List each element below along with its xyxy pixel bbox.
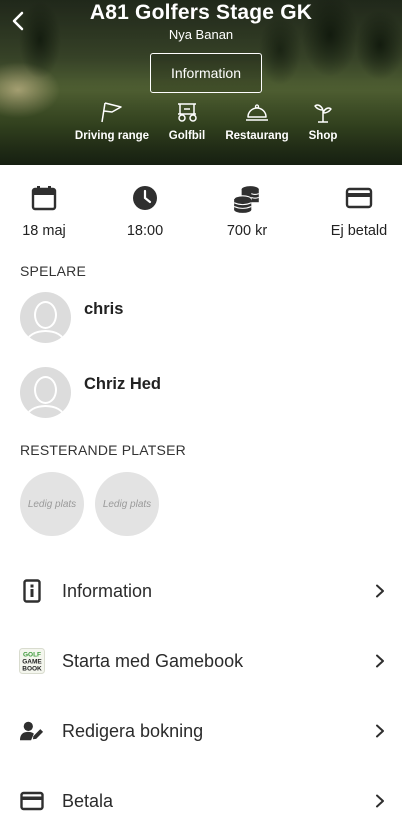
avatar — [20, 367, 71, 418]
menu-label: Betala — [62, 790, 114, 811]
remaining-section-label: RESTERANDE PLATSER — [20, 442, 186, 458]
edit-user-icon — [20, 719, 44, 743]
stat-time-value: 18:00 — [126, 223, 164, 239]
chevron-right-icon — [376, 794, 384, 808]
coins-icon — [233, 186, 259, 213]
stat-price-value: 700 kr — [226, 223, 268, 239]
stat-payment-value: Ej betald — [330, 223, 388, 239]
free-slot[interactable]: Ledig plats — [20, 472, 84, 536]
player-name: chris — [84, 300, 124, 318]
chevron-right-icon — [376, 584, 384, 598]
players-section-label: SPELARE — [20, 263, 86, 279]
amenity-label: Driving range — [74, 130, 150, 142]
calendar-icon — [31, 186, 57, 211]
stat-payment: Ej betald — [326, 184, 392, 239]
stat-date-value: 18 maj — [22, 223, 66, 239]
amenities-bar: Driving range Golfbil Restaurang Shop — [0, 100, 402, 155]
course-title: A81 Golfers Stage GK — [89, 1, 313, 24]
stat-time: 18:00 — [122, 184, 168, 239]
card-icon — [20, 789, 44, 813]
free-slot-label: Ledig plats — [102, 498, 152, 510]
menu-item-edit-booking[interactable]: Redigera bokning — [0, 708, 402, 754]
stat-date: 18 maj — [20, 184, 68, 239]
golf-gamebook-logo: GOLF GAME BOOK — [19, 648, 45, 674]
information-button[interactable]: Information — [150, 53, 262, 93]
booking-stats: 18 maj 18:00 700 kr Ej betald — [0, 184, 402, 244]
menu-label: Information — [62, 580, 153, 601]
menu-label: Redigera bokning — [62, 720, 204, 741]
amenity-label: Golfbil — [168, 130, 206, 142]
free-slot-label: Ledig plats — [27, 498, 77, 510]
cloche-icon — [246, 104, 268, 121]
amenity-shop[interactable]: Shop — [306, 100, 340, 142]
amenity-golfbil[interactable]: Golfbil — [165, 100, 209, 142]
svg-text:GAME: GAME — [22, 659, 42, 666]
menu-item-pay[interactable]: Betala — [0, 778, 402, 814]
avatar — [20, 292, 71, 343]
shop-icon — [314, 104, 332, 123]
chevron-right-icon — [376, 654, 384, 668]
amenity-label: Shop — [308, 130, 338, 142]
amenity-driving-range[interactable]: Driving range — [74, 100, 150, 142]
amenity-restaurang[interactable]: Restaurang — [224, 100, 290, 142]
player-name: Chriz Hed — [84, 375, 162, 393]
course-header: A81 Golfers Stage GK Nya Banan Informati… — [0, 0, 402, 165]
player-row[interactable]: Chriz Hed — [20, 367, 380, 419]
player-row[interactable]: chris — [20, 292, 380, 344]
menu-item-gamebook[interactable]: GOLF GAME BOOK Starta med Gamebook — [0, 638, 402, 684]
clock-icon — [133, 186, 157, 210]
svg-text:GOLF: GOLF — [23, 652, 41, 659]
chevron-right-icon — [376, 724, 384, 738]
menu-label: Starta med Gamebook — [62, 650, 244, 671]
menu-item-information[interactable]: Information — [0, 568, 402, 614]
amenity-label: Restaurang — [225, 130, 289, 142]
golf-cart-icon — [178, 103, 197, 122]
card-icon — [345, 187, 373, 209]
svg-text:BOOK: BOOK — [22, 666, 42, 673]
free-slot[interactable]: Ledig plats — [95, 472, 159, 536]
flag-icon — [101, 102, 122, 123]
course-subtitle: Nya Banan — [168, 27, 234, 42]
stat-price: 700 kr — [222, 184, 272, 239]
info-icon — [20, 579, 44, 603]
